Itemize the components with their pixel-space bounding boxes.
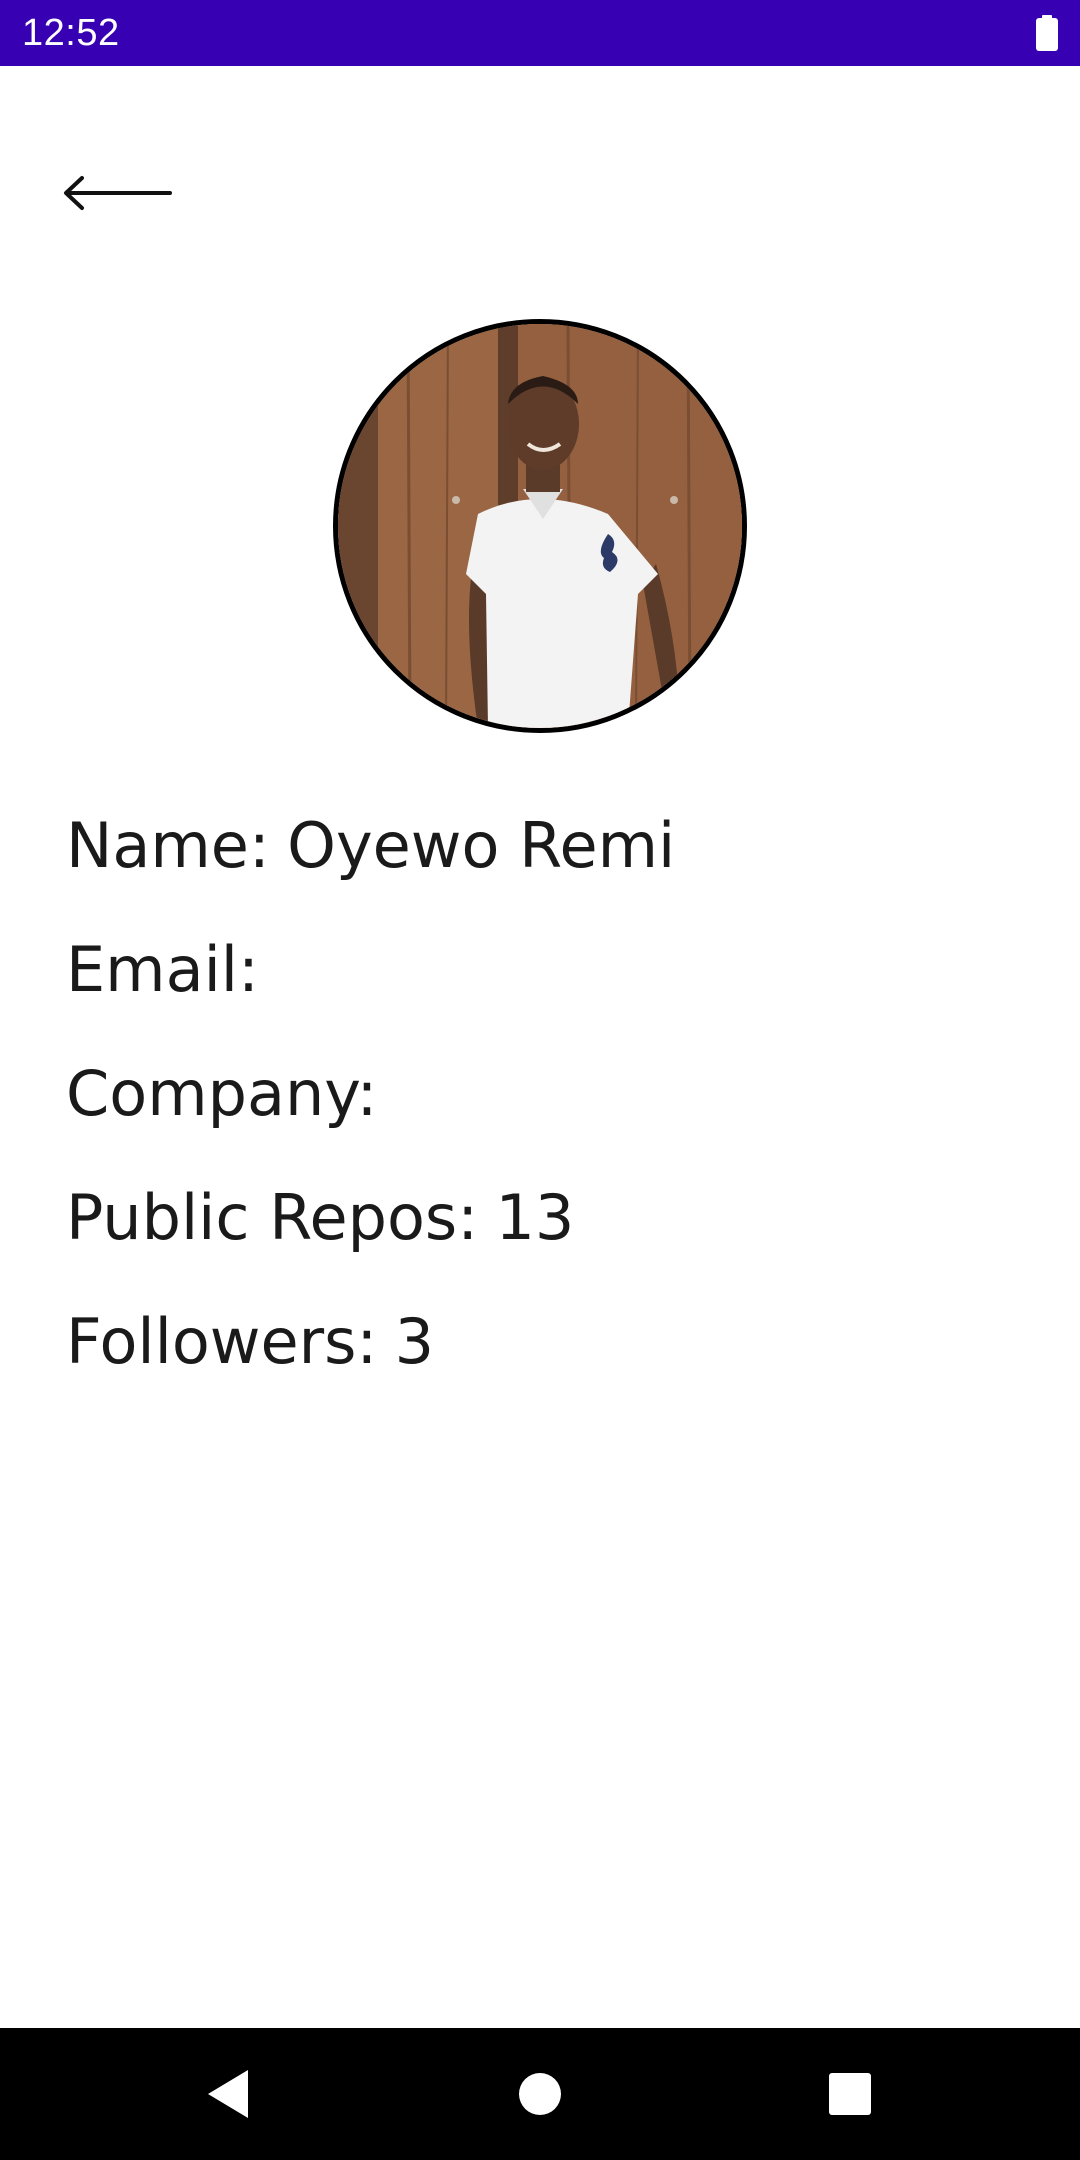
circle-home-icon bbox=[519, 2073, 561, 2115]
back-button[interactable] bbox=[60, 160, 180, 226]
followers-row: Followers: 3 bbox=[66, 1302, 434, 1382]
profile-photo bbox=[338, 324, 742, 728]
name-row: Name: Oyewo Remi bbox=[66, 806, 675, 886]
nav-back-button[interactable] bbox=[192, 2058, 264, 2130]
email-label: Email: bbox=[66, 933, 259, 1006]
battery-full-icon bbox=[1036, 15, 1058, 51]
square-recents-icon bbox=[829, 2073, 871, 2115]
public-repos-label: Public Repos: bbox=[66, 1181, 479, 1254]
status-time: 12:52 bbox=[22, 12, 120, 54]
followers-value: 3 bbox=[394, 1305, 435, 1378]
company-row: Company: bbox=[66, 1054, 395, 1134]
public-repos-row: Public Repos: 13 bbox=[66, 1178, 574, 1258]
company-label: Company: bbox=[66, 1057, 378, 1130]
navigation-bar bbox=[0, 2028, 1080, 2160]
name-label: Name: bbox=[66, 809, 270, 882]
public-repos-value: 13 bbox=[495, 1181, 575, 1254]
avatar bbox=[333, 319, 747, 733]
arrow-left-icon bbox=[64, 176, 172, 210]
status-bar: 12:52 bbox=[0, 0, 1080, 66]
name-value: Oyewo Remi bbox=[287, 809, 676, 882]
triangle-back-icon bbox=[208, 2070, 248, 2118]
email-row: Email: bbox=[66, 930, 276, 1010]
nav-recents-button[interactable] bbox=[814, 2058, 886, 2130]
followers-label: Followers: bbox=[66, 1305, 378, 1378]
nav-home-button[interactable] bbox=[504, 2058, 576, 2130]
